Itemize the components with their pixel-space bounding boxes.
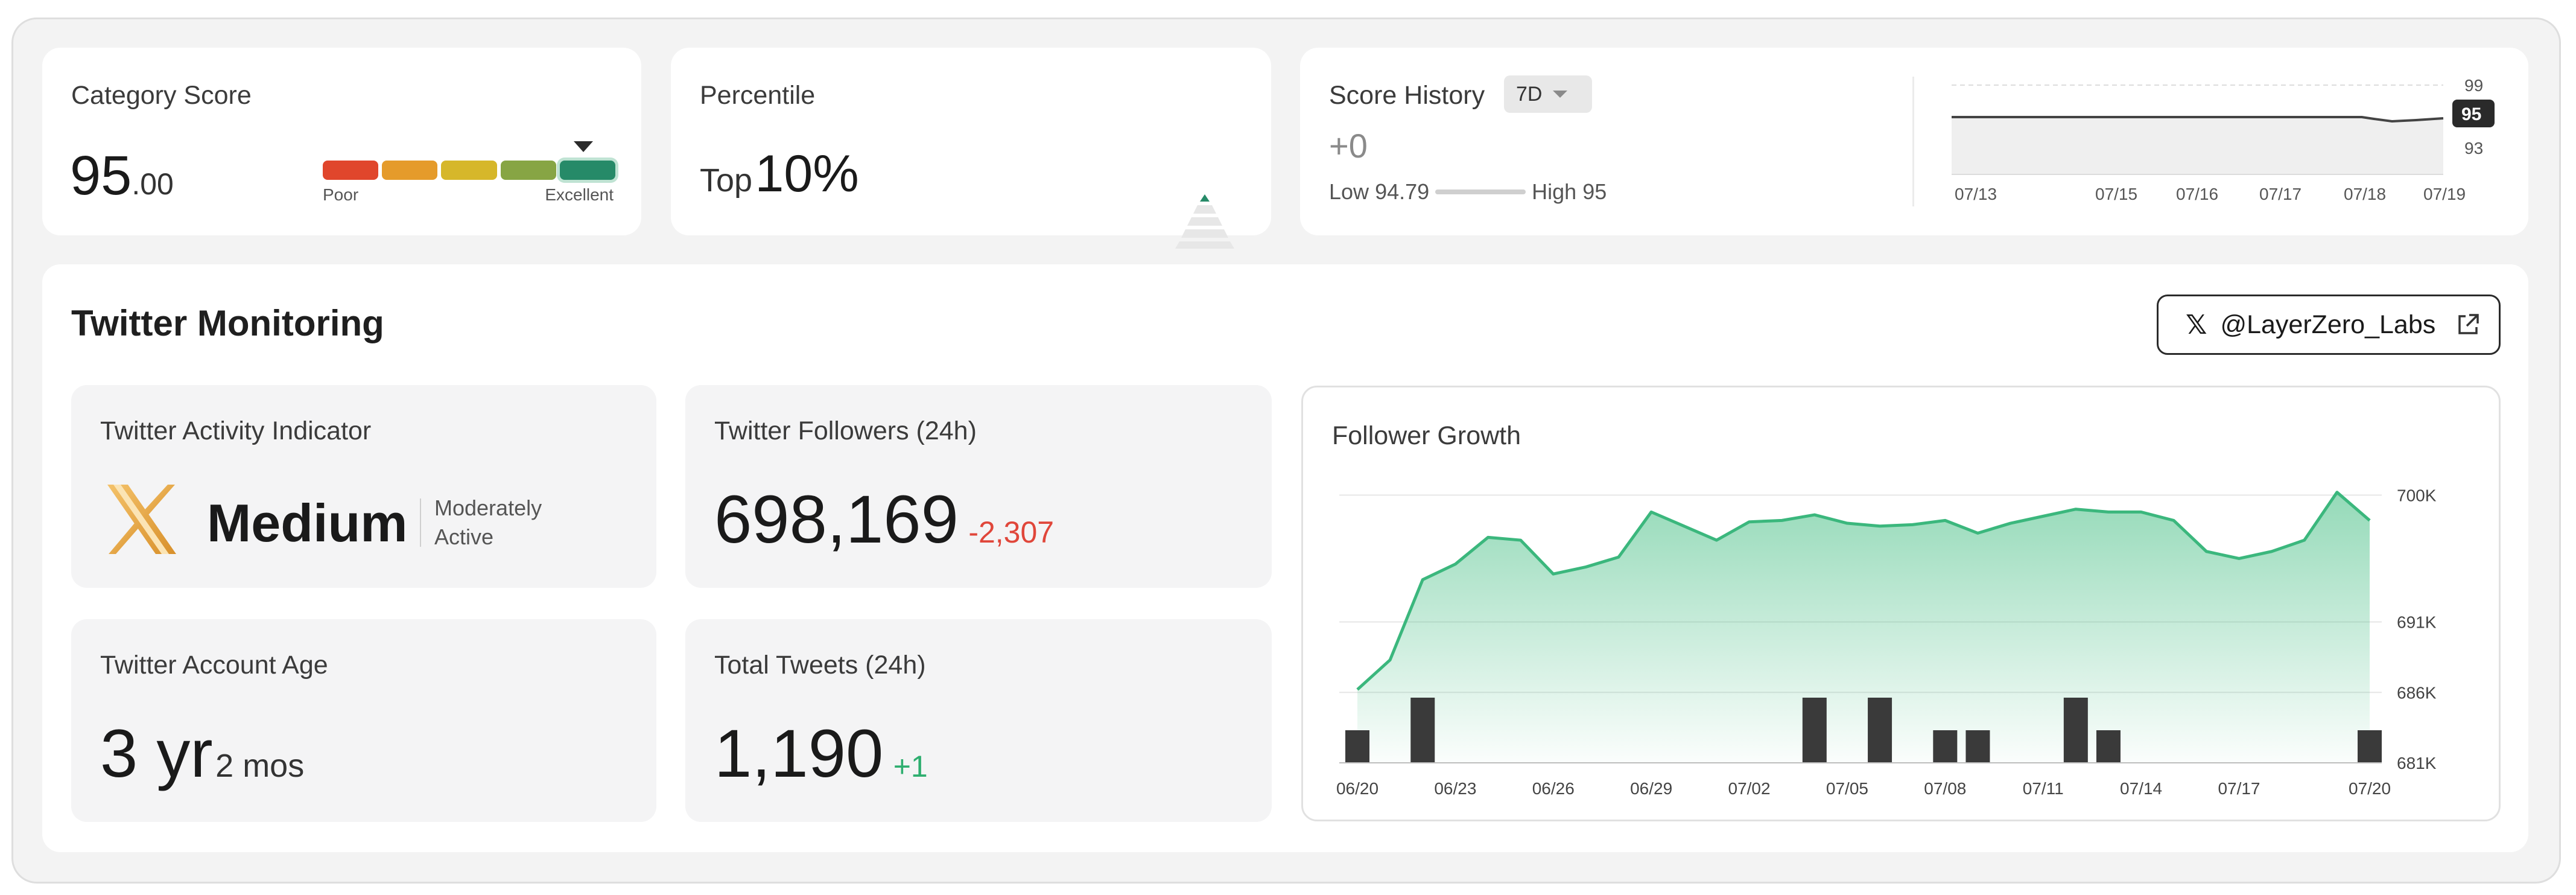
twitter-handle: @LayerZero_Labs (2220, 310, 2436, 339)
followers-value-row: 698,169 -2,307 (714, 480, 1054, 558)
history-x-label: 07/16 (2176, 185, 2218, 203)
tweet-bar (1933, 730, 1958, 763)
scale-segment (323, 161, 379, 180)
score-history-label: Score History (1329, 81, 1485, 110)
twitter-monitoring-card: Twitter Monitoring 𝕏 @LayerZero_Labs Twi… (42, 264, 2528, 852)
x-activity-icon (107, 485, 176, 554)
activity-tile: Twitter Activity Indicator Medium Modera… (71, 385, 656, 588)
x-tick-label: 06/20 (1336, 779, 1378, 798)
x-tick-label: 07/08 (1924, 779, 1966, 798)
history-y-top: 99 (2464, 76, 2483, 95)
range-bar (1435, 190, 1526, 194)
percentile-number: 10% (755, 145, 859, 203)
low-label: Low (1329, 179, 1369, 204)
scale-segment (382, 161, 438, 180)
tweet-bar (1868, 698, 1892, 763)
activity-desc-line1: Moderately (434, 495, 542, 520)
activity-level: Medium (207, 493, 408, 553)
high-label: High (1532, 179, 1577, 204)
tweet-bar (2096, 730, 2121, 763)
scale-high-label: Excellent (545, 185, 614, 204)
score-change: +0 (1329, 127, 1368, 165)
x-tick-label: 07/05 (1826, 779, 1868, 798)
percentile-prefix: Top (700, 162, 753, 199)
history-x-label: 07/19 (2423, 185, 2466, 203)
high-value: 95 (1582, 179, 1607, 204)
activity-description: Moderately Active (434, 494, 542, 552)
follower-growth-chart: 700K 691K 686K 681K 06/20 06/23 06/26 06/29 07/0… (1336, 486, 2437, 798)
x-tick-label: 06/23 (1434, 779, 1476, 798)
x-tick-label: 07/17 (2218, 779, 2260, 798)
history-x-label: 07/18 (2344, 185, 2386, 203)
tweet-bar (1965, 730, 1990, 763)
x-tick-label: 06/29 (1630, 779, 1672, 798)
account-age-months: 2 mos (215, 748, 305, 784)
tweets-change: +1 (893, 750, 928, 783)
tweet-bar (1345, 730, 1369, 763)
low-value: 94.79 (1375, 179, 1430, 204)
scale-segment (559, 161, 616, 180)
history-y-mid: 95 (2461, 104, 2481, 124)
y-tick-label: 691K (2397, 613, 2437, 632)
chevron-down-icon (1553, 91, 1568, 98)
x-tick-label: 07/14 (2120, 779, 2162, 798)
followers-value: 698,169 (714, 482, 959, 557)
percentile-card: Percentile Top 10% (671, 48, 1271, 249)
follower-growth-panel: Follower Growth 700K 691K 686K 681K 06/20 06/… (1301, 386, 2501, 821)
followers-tile: Twitter Followers (24h) 698,169 -2,307 (685, 385, 1272, 588)
activity-label: Twitter Activity Indicator (100, 416, 372, 445)
external-link-icon (2458, 314, 2479, 334)
y-tick-label: 700K (2397, 486, 2437, 505)
tweets-value: 1,190 (714, 716, 884, 791)
followers-label: Twitter Followers (24h) (714, 416, 977, 445)
pyramid-icon (1175, 194, 1234, 249)
scale-marker-icon (574, 141, 593, 152)
x-tick-label: 07/11 (2023, 779, 2064, 798)
x-tick-label: 07/20 (2349, 779, 2391, 798)
account-age-years: 3 yr (100, 716, 213, 791)
category-score-value: 95.00 (70, 144, 174, 208)
followers-change: -2,307 (968, 515, 1055, 549)
account-age-tile: Twitter Account Age 3 yr 2 mos (71, 619, 656, 822)
score-history-card: Score History 7D +0 Low 94.79 High 95 99… (1300, 48, 2528, 235)
score-scale (323, 161, 616, 180)
section-title: Twitter Monitoring (71, 303, 384, 343)
x-tick-label: 06/26 (1532, 779, 1575, 798)
history-x-label: 07/15 (2095, 185, 2137, 203)
tweets-value-row: 1,190 +1 (714, 715, 928, 792)
tweet-bar (2063, 698, 2088, 763)
history-x-label: 07/17 (2259, 185, 2302, 203)
x-logo-icon: 𝕏 (2186, 310, 2207, 340)
period-dropdown[interactable]: 7D (1504, 75, 1592, 113)
activity-divider (420, 498, 421, 547)
account-age-label: Twitter Account Age (100, 651, 328, 680)
y-tick-label: 686K (2397, 683, 2437, 702)
tweet-bar (2358, 730, 2382, 763)
scale-segment (500, 161, 556, 180)
vertical-divider (1912, 77, 1914, 206)
percentile-value: Top 10% (700, 144, 859, 204)
score-decimal: .00 (132, 167, 174, 201)
x-tick-label: 07/02 (1728, 779, 1771, 798)
history-y-bottom: 93 (2464, 139, 2483, 158)
period-value: 7D (1516, 82, 1543, 106)
tweet-bar (1802, 698, 1827, 763)
category-score-label: Category Score (71, 81, 252, 110)
category-score-card: Category Score 95.00 Poor Excellent (42, 48, 641, 235)
score-history-sparkline: 99 95 93 07/13 07/15 07/16 07/17 07/18 0… (1952, 76, 2495, 203)
score-range: Low 94.79 High 95 (1329, 179, 1607, 205)
activity-desc-line2: Active (434, 524, 494, 549)
scale-low-label: Poor (323, 185, 359, 204)
account-age-value: 3 yr 2 mos (100, 715, 304, 792)
score-integer: 95 (70, 145, 132, 206)
tweet-bar (1410, 698, 1435, 763)
tweets-tile: Total Tweets (24h) 1,190 +1 (685, 619, 1272, 822)
follower-area (1357, 492, 2370, 763)
percentile-label: Percentile (700, 81, 816, 110)
scale-segment (441, 161, 497, 180)
y-tick-label: 681K (2397, 754, 2437, 772)
tweets-label: Total Tweets (24h) (714, 651, 926, 680)
twitter-profile-link[interactable]: 𝕏 @LayerZero_Labs (2157, 295, 2501, 355)
history-x-label: 07/13 (1955, 185, 1997, 203)
